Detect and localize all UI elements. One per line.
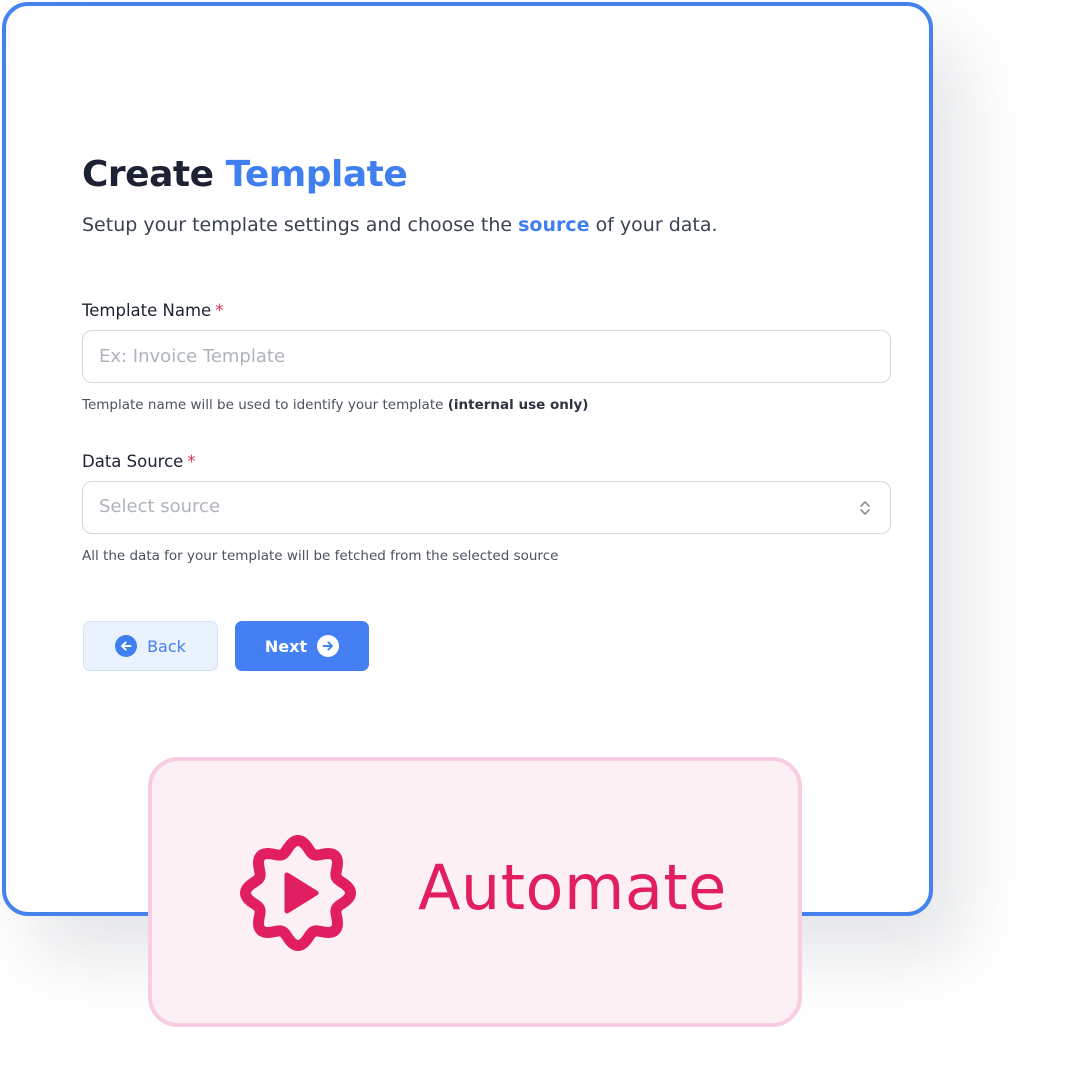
next-button-label: Next — [264, 636, 308, 656]
title-text: Create — [82, 154, 214, 195]
arrow-right-circle-icon — [317, 635, 340, 657]
next-button[interactable]: Next — [235, 621, 369, 671]
data-source-hint: All the data for your template will be f… — [82, 548, 559, 564]
data-source-label: Data Source * — [82, 452, 196, 471]
template-name-hint: Template name will be used to identify y… — [82, 397, 588, 413]
title-accent: Template — [225, 154, 408, 195]
page-subtitle: Setup your template settings and choose … — [82, 214, 718, 236]
data-source-placeholder: Select source — [99, 496, 221, 517]
subtitle-text-start: Setup your template settings and choose … — [82, 214, 513, 236]
automate-badge: Automate — [148, 757, 802, 1027]
subtitle-text-end: of your data. — [595, 214, 718, 236]
template-name-label: Template Name * — [82, 301, 223, 320]
template-name-field-wrapper — [82, 330, 891, 383]
back-button[interactable]: Back — [83, 621, 218, 671]
template-name-input[interactable] — [83, 331, 890, 382]
data-source-select[interactable]: Select source — [82, 481, 891, 534]
required-marker: * — [215, 301, 224, 320]
gear-play-icon — [240, 835, 356, 951]
canvas: Create Template Setup your template sett… — [0, 0, 1080, 1080]
subtitle-accent: source — [518, 214, 590, 236]
back-button-label: Back — [147, 636, 186, 656]
automate-brand-text: Automate — [418, 851, 727, 924]
chevron-up-down-icon — [860, 501, 870, 515]
template-name-label-text: Template Name — [82, 301, 212, 320]
template-name-hint-text: Template name will be used to identify y… — [82, 397, 444, 413]
template-name-hint-bold: (internal use only) — [447, 397, 589, 413]
required-marker: * — [187, 452, 196, 471]
arrow-left-circle-icon — [115, 635, 138, 657]
page-title: Create Template — [82, 154, 408, 195]
data-source-label-text: Data Source — [82, 452, 184, 471]
